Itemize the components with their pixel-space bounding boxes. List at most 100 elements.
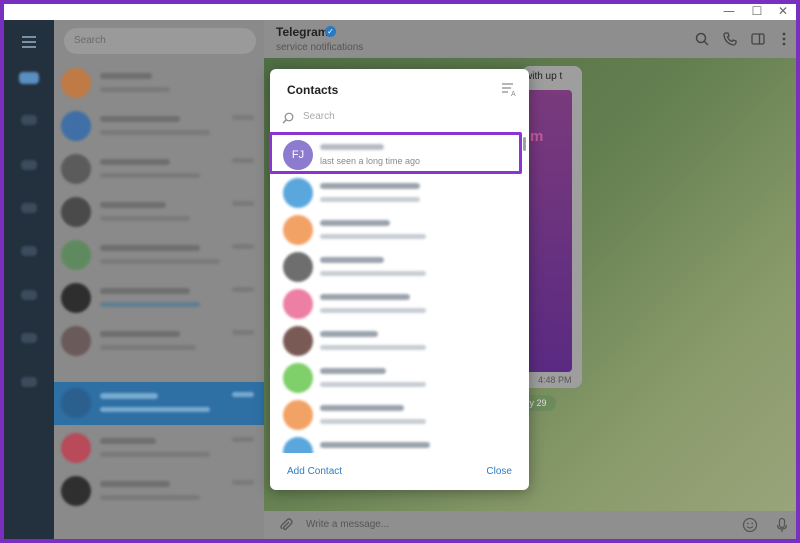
- avatar: [61, 154, 91, 184]
- title-bar: — ☐ ✕: [4, 4, 796, 20]
- message-time: 4:48 PM: [538, 375, 572, 385]
- chat-subtitle: service notifications: [276, 42, 364, 53]
- contact-status: [320, 419, 426, 424]
- avatar: [283, 400, 313, 430]
- contact-item[interactable]: [270, 433, 520, 453]
- contact-item[interactable]: [270, 396, 520, 433]
- chat-row[interactable]: [54, 148, 264, 191]
- chat-title: [100, 481, 170, 487]
- contact-item[interactable]: FJ last seen a long time ago: [270, 136, 520, 173]
- microphone-icon[interactable]: [774, 517, 790, 533]
- chat-row[interactable]: [54, 277, 264, 320]
- message-text: with up t: [525, 71, 563, 82]
- folder-icon[interactable]: [21, 377, 37, 387]
- contact-status: [320, 271, 426, 276]
- chat-title: [100, 331, 180, 337]
- contact-name: [320, 331, 378, 337]
- contact-item[interactable]: [270, 359, 520, 396]
- composer: Write a message...: [264, 511, 796, 539]
- chat-time: [232, 201, 254, 206]
- chat-title: [100, 202, 166, 208]
- contacts-search-input[interactable]: Search: [282, 110, 518, 126]
- message-input[interactable]: Write a message...: [306, 519, 389, 530]
- avatar: [283, 289, 313, 319]
- contact-item[interactable]: [270, 174, 520, 211]
- folder-rail: [4, 20, 54, 539]
- contact-status: [320, 234, 426, 239]
- contacts-dialog: Contacts A Search FJ last seen a long ti…: [270, 69, 529, 490]
- avatar: [61, 326, 91, 356]
- emoji-icon[interactable]: [742, 517, 758, 533]
- folder-icon[interactable]: [21, 290, 37, 300]
- contact-name: [320, 144, 384, 150]
- chat-preview: [100, 259, 220, 264]
- chat-list: Search: [54, 20, 264, 539]
- contact-status: [320, 308, 426, 313]
- avatar: [283, 215, 313, 245]
- avatar: FJ: [283, 140, 313, 170]
- contact-item[interactable]: [270, 211, 520, 248]
- avatar: [61, 197, 91, 227]
- chat-time: [232, 437, 254, 442]
- maximize-button[interactable]: ☐: [744, 4, 770, 20]
- contact-item[interactable]: [270, 248, 520, 285]
- folder-icon[interactable]: [21, 203, 37, 213]
- minimize-button[interactable]: —: [716, 4, 742, 20]
- contact-name: [320, 405, 404, 411]
- folder-icon[interactable]: [21, 333, 37, 343]
- sort-icon[interactable]: A: [501, 81, 519, 98]
- scrollbar-thumb[interactable]: [523, 137, 526, 151]
- menu-icon[interactable]: [17, 32, 41, 52]
- avatar: [61, 68, 91, 98]
- message-image[interactable]: m: [522, 90, 572, 372]
- sidebar-toggle-icon[interactable]: [750, 31, 766, 47]
- chat-row[interactable]: [54, 234, 264, 277]
- attach-icon[interactable]: [278, 517, 294, 533]
- contact-item[interactable]: [270, 285, 520, 322]
- chat-row[interactable]: [54, 105, 264, 148]
- chat-row[interactable]: [54, 62, 264, 105]
- chat-row[interactable]: [54, 427, 264, 470]
- chat-preview: [100, 173, 200, 178]
- chat-time: [232, 158, 254, 163]
- chat-time: [232, 330, 254, 335]
- chat-row[interactable]: [54, 470, 264, 513]
- chat-preview: [100, 87, 170, 92]
- contact-name: [320, 257, 384, 263]
- contacts-list: FJ last seen a long time ago: [270, 131, 529, 453]
- contact-status: [320, 197, 420, 202]
- more-options-icon[interactable]: [776, 31, 792, 47]
- folder-icon[interactable]: [21, 115, 37, 125]
- chat-title[interactable]: Telegram: [276, 25, 328, 39]
- avatar: [61, 111, 91, 141]
- avatar: [61, 388, 91, 418]
- phone-icon[interactable]: [722, 31, 738, 47]
- avatar: [283, 326, 313, 356]
- chat-search-input[interactable]: Search: [64, 28, 256, 54]
- close-dialog-button[interactable]: Close: [486, 466, 512, 477]
- chat-preview: [100, 345, 196, 350]
- chat-preview: [100, 216, 190, 221]
- avatar: [283, 437, 313, 453]
- folder-icon[interactable]: [21, 160, 37, 170]
- search-icon[interactable]: [694, 31, 710, 47]
- avatar: [61, 240, 91, 270]
- avatar: [283, 363, 313, 393]
- chat-preview: [100, 302, 200, 307]
- chat-row-selected[interactable]: [54, 382, 264, 425]
- chat-time: [232, 480, 254, 485]
- search-icon: [282, 111, 294, 124]
- avatar: [61, 433, 91, 463]
- contact-item[interactable]: [270, 322, 520, 359]
- avatar: [283, 178, 313, 208]
- svg-text:A: A: [511, 91, 516, 97]
- chat-row[interactable]: [54, 191, 264, 234]
- avatar: [283, 252, 313, 282]
- folder-icon[interactable]: [19, 72, 39, 84]
- add-contact-button[interactable]: Add Contact: [287, 466, 342, 477]
- chat-header: Telegram ✓ service notifications: [264, 20, 796, 58]
- contacts-scrollbar[interactable]: [523, 137, 526, 449]
- folder-icon[interactable]: [21, 246, 37, 256]
- close-window-button[interactable]: ✕: [770, 4, 796, 20]
- chat-row[interactable]: [54, 320, 264, 363]
